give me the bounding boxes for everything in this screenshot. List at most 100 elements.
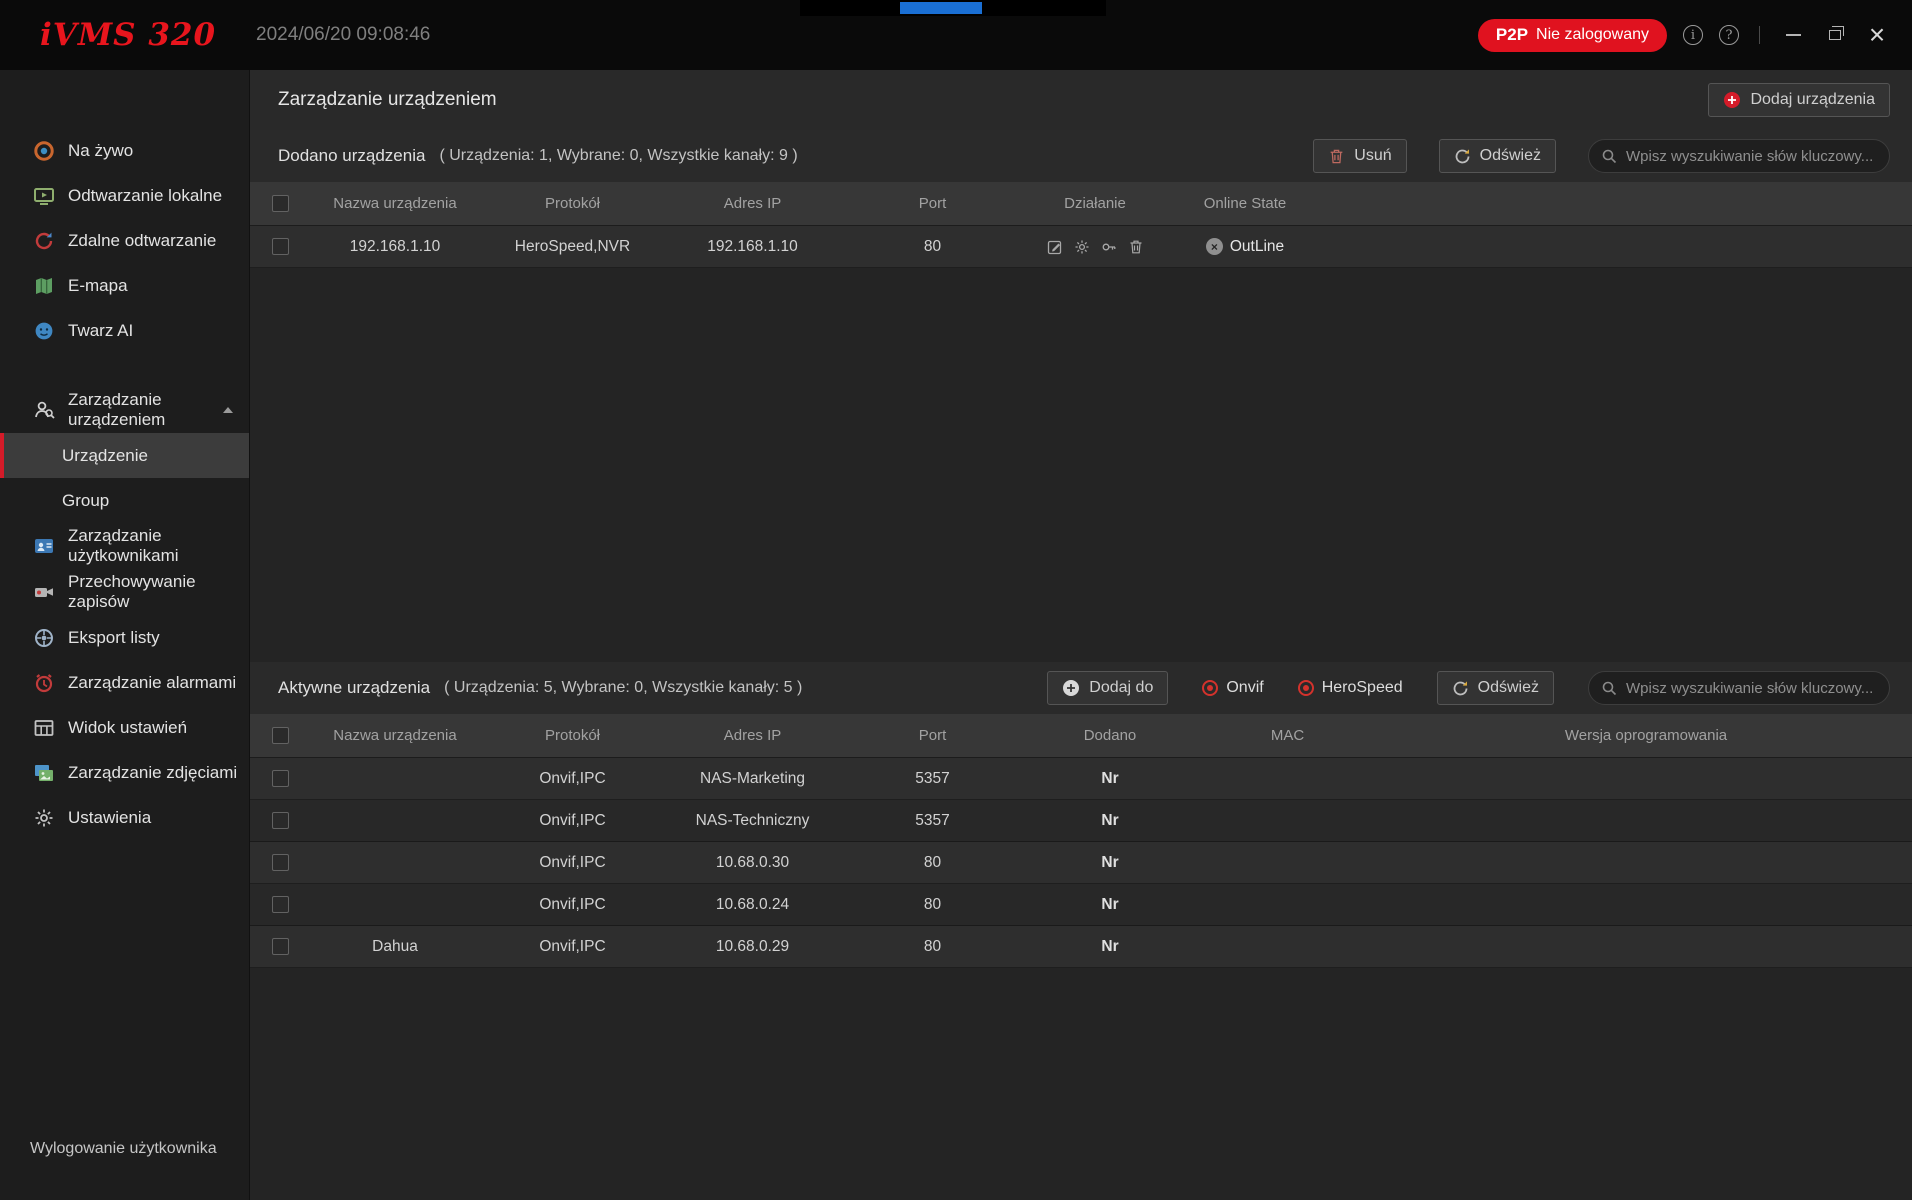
sidebar-item-label: Ustawienia (68, 808, 151, 828)
sidebar-item-label: Odtwarzanie lokalne (68, 186, 222, 206)
device-protocol: Onvif,IPC (480, 812, 665, 830)
column-header-ip: Adres IP (665, 195, 840, 212)
sidebar-item-export-list[interactable]: Eksport listy (0, 615, 249, 660)
device-name: Dahua (310, 938, 480, 956)
added-devices-tbody: 192.168.1.10HeroSpeed,NVR192.168.1.1080×… (250, 226, 1912, 268)
column-header-action: Działanie (1025, 195, 1165, 212)
delete-trash-icon[interactable] (1128, 239, 1144, 255)
main-content: Zarządzanie urządzeniem Dodaj urządzenia… (250, 70, 1912, 1200)
select-all-checkbox[interactable] (272, 195, 289, 212)
active-device-row[interactable]: Onvif,IPCNAS-Techniczny5357Nr (250, 800, 1912, 842)
herospeed-radio[interactable]: HeroSpeed (1298, 679, 1403, 697)
device-added: Nr (1025, 770, 1195, 788)
sidebar-item-remote-playback[interactable]: Zdalne odtwarzanie (0, 218, 249, 263)
edit-icon[interactable] (1047, 239, 1063, 255)
local-playback-icon (32, 185, 56, 207)
row-checkbox[interactable] (272, 812, 289, 829)
offline-status-icon: × (1206, 238, 1223, 255)
select-all-checkbox[interactable] (272, 727, 289, 744)
device-ip: NAS-Techniczny (665, 812, 840, 830)
sidebar-item-face-ai[interactable]: Twarz AI (0, 308, 249, 353)
config-gear-icon[interactable] (1074, 239, 1090, 255)
added-search-box[interactable] (1588, 139, 1890, 173)
sidebar: Na żywo Odtwarzanie lokalne Zdalne odtwarz… (0, 70, 250, 1200)
p2p-status-badge[interactable]: P2P Nie zalogowany (1478, 19, 1667, 52)
row-checkbox[interactable] (272, 938, 289, 955)
close-button[interactable]: × (1864, 22, 1890, 48)
add-to-label: Dodaj do (1089, 679, 1153, 697)
device-ip: NAS-Marketing (665, 770, 840, 788)
info-icon[interactable]: i (1683, 25, 1703, 45)
live-view-icon (32, 140, 56, 162)
sidebar-item-label: Urządzenie (62, 446, 148, 466)
active-device-row[interactable]: DahuaOnvif,IPC10.68.0.2980Nr (250, 926, 1912, 968)
minimize-icon (1786, 34, 1801, 36)
page-title: Zarządzanie urządzeniem (278, 89, 497, 111)
added-device-row[interactable]: 192.168.1.10HeroSpeed,NVR192.168.1.1080×… (250, 226, 1912, 268)
active-search-input[interactable] (1626, 680, 1877, 697)
added-devices-header-row: Nazwa urządzenia Protokół Adres IP Port … (250, 182, 1912, 226)
column-header-mac: MAC (1195, 727, 1380, 744)
device-management-icon (32, 399, 56, 421)
minimize-button[interactable] (1780, 22, 1806, 48)
sidebar-item-local-playback[interactable]: Odtwarzanie lokalne (0, 173, 249, 218)
titlebar-divider (1759, 26, 1760, 44)
export-list-icon (32, 627, 56, 649)
active-refresh-button[interactable]: Odśwież (1437, 671, 1554, 705)
active-devices-toolbar: Aktywne urządzenia ( Urządzenia: 5, Wybr… (250, 662, 1912, 714)
user-management-icon (32, 535, 56, 557)
device-ip: 10.68.0.24 (665, 896, 840, 914)
sidebar-item-label: Group (62, 491, 109, 511)
device-protocol: Onvif,IPC (480, 854, 665, 872)
sidebar-item-live[interactable]: Na żywo (0, 128, 249, 173)
face-ai-icon (32, 320, 56, 342)
add-to-button[interactable]: Dodaj do (1047, 671, 1168, 705)
delete-button[interactable]: Usuń (1313, 139, 1406, 173)
add-device-button[interactable]: Dodaj urządzenia (1708, 83, 1890, 117)
sidebar-item-label: Przechowywanie zapisów (68, 572, 249, 612)
restore-icon (1829, 30, 1841, 40)
titlebar-clock: 2024/06/20 09:08:46 (256, 24, 430, 46)
row-checkbox[interactable] (272, 238, 289, 255)
active-device-row[interactable]: Onvif,IPCNAS-Marketing5357Nr (250, 758, 1912, 800)
refresh-label: Odśwież (1480, 147, 1541, 165)
column-header-port: Port (840, 195, 1025, 212)
logout-button[interactable]: Wylogowanie użytkownika (0, 1122, 249, 1200)
maximize-button[interactable] (1822, 22, 1848, 48)
active-device-row[interactable]: Onvif,IPC10.68.0.3080Nr (250, 842, 1912, 884)
sidebar-item-alarm-management[interactable]: Zarządzanie alarmami (0, 660, 249, 705)
active-search-box[interactable] (1588, 671, 1890, 705)
trash-icon (1328, 148, 1345, 165)
sidebar-item-label: Zdalne odtwarzanie (68, 231, 216, 251)
added-search-input[interactable] (1626, 148, 1877, 165)
sidebar-item-user-management[interactable]: Zarządzanie użytkownikami (0, 523, 249, 569)
sidebar-item-record-storage[interactable]: Przechowywanie zapisów (0, 569, 249, 615)
emap-icon (32, 275, 56, 297)
sidebar-item-label: Widok ustawień (68, 718, 187, 738)
password-key-icon[interactable] (1101, 239, 1117, 255)
row-checkbox[interactable] (272, 896, 289, 913)
device-port: 80 (840, 238, 1025, 256)
sidebar-item-settings[interactable]: Ustawienia (0, 795, 249, 840)
added-devices-title: Dodano urządzenia (278, 146, 425, 166)
sidebar-item-device[interactable]: Urządzenie (0, 433, 249, 478)
column-header-protocol: Protokół (480, 727, 665, 744)
p2p-label: P2P (1496, 25, 1528, 45)
row-checkbox[interactable] (272, 854, 289, 871)
onvif-radio[interactable]: Onvif (1202, 679, 1263, 697)
row-checkbox[interactable] (272, 770, 289, 787)
sidebar-item-label: Zarządzanie użytkownikami (68, 526, 249, 566)
device-ip: 192.168.1.10 (665, 238, 840, 256)
sidebar-item-device-management[interactable]: Zarządzanie urządzeniem (0, 387, 249, 433)
active-device-row[interactable]: Onvif,IPC10.68.0.2480Nr (250, 884, 1912, 926)
sidebar-item-group[interactable]: Group (0, 478, 249, 523)
help-icon[interactable]: ? (1719, 25, 1739, 45)
sidebar-item-picture-management[interactable]: Zarządzanie zdjęciami (0, 750, 249, 795)
sidebar-item-settings-view[interactable]: Widok ustawień (0, 705, 249, 750)
refresh-button[interactable]: Odśwież (1439, 139, 1556, 173)
taskbar-peek (800, 0, 1106, 16)
device-protocol: Onvif,IPC (480, 938, 665, 956)
device-added: Nr (1025, 938, 1195, 956)
sidebar-item-emap[interactable]: E-mapa (0, 263, 249, 308)
add-device-label: Dodaj urządzenia (1750, 91, 1875, 109)
